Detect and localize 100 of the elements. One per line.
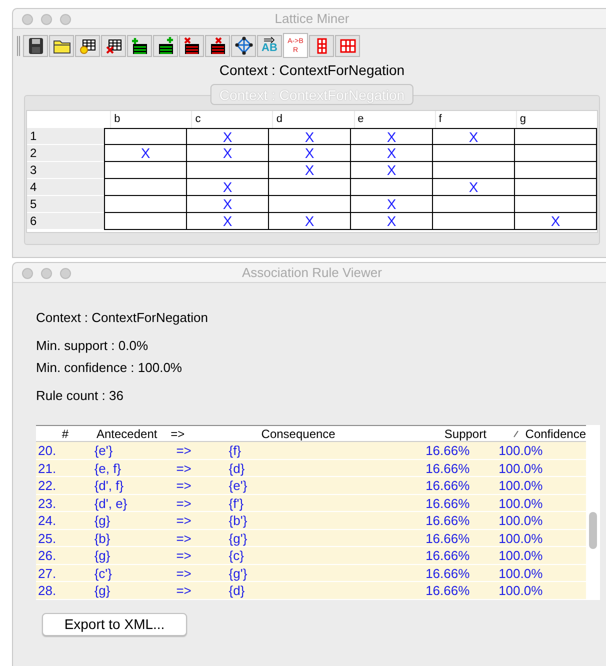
table-cell-text: 100.0% [498,547,544,564]
table-cell-text: 100.0% [498,494,544,511]
context-label: Context : ContextForNegation [218,62,406,79]
column-header[interactable]: Support [444,426,486,442]
table-cell-text: 16.66% [424,477,471,494]
column-header: e [354,111,435,128]
table-cell[interactable]: X [351,129,433,144]
table-cell-text: => [175,494,192,511]
table-cell[interactable]: X [351,196,433,212]
column-header: c [191,111,272,128]
table-cell-text: => [175,530,192,546]
min-support-label: Min. support : 0.0% [36,337,149,352]
table-cell-text: => [175,460,192,476]
table-cell-text: 16.66% [424,564,471,581]
column-header: b [110,111,192,128]
row-header: 5 [27,196,104,213]
toolbar-button[interactable] [179,34,204,56]
table-cell[interactable]: X [187,213,269,229]
toolbar-button[interactable] [49,34,74,56]
toolbar-button[interactable] [205,34,230,56]
column-header[interactable]: => [170,426,185,442]
table-cell-text: 100.0% [498,582,544,598]
window-title: Association Rule Viewer [242,264,382,282]
table-cell-text: {g} [94,547,112,564]
table-cell-text: 100.0% [498,530,544,546]
column-header[interactable]: Consequence [261,426,336,442]
toolbar-button[interactable] [153,34,178,56]
toolbar-button[interactable] [231,34,256,56]
arrow-icon [263,37,276,43]
table-cell[interactable]: X [351,213,433,229]
table-cell[interactable]: X [433,129,515,144]
rule-count-label: Rule count : 36 [36,387,124,402]
toolbar-button[interactable] [101,34,126,56]
row-header: 3 [27,162,104,179]
table-remove-icon [182,36,202,56]
window-title: Lattice Miner [274,10,350,28]
table-cell-text: 16.66% [424,530,471,546]
table-cell-text: => [175,547,192,564]
table-cell[interactable]: X [187,179,269,195]
window-control-button[interactable] [41,268,52,279]
toolbar-button[interactable] [75,34,100,56]
table-cell-text: 28. [37,582,58,598]
table-cell-text: 25. [37,530,58,546]
window-control-button[interactable] [22,268,33,279]
column-header[interactable]: # [62,426,69,442]
table-cell-text: {g'} [228,564,248,581]
table-cell-text: {d', f} [94,477,125,494]
table-cell-text: {f} [228,442,242,458]
toolbar-button[interactable] [127,34,152,56]
table-cell[interactable]: X [351,162,433,178]
column-header[interactable]: Antecedent [96,426,158,442]
table-cell-text: {d} [228,582,246,598]
export-button[interactable]: Export to XML... [42,613,187,636]
scrollbar[interactable] [586,425,600,600]
table-cell[interactable]: X [433,179,515,195]
table-cell-text: 100.0% [498,512,544,528]
table-cell[interactable]: X [269,129,351,144]
table-cell-text: 23. [37,494,58,511]
table-cell-text: => [175,512,192,528]
table-cell-text: 100.0% [498,460,544,476]
table-cell-text: {e'} [228,477,248,494]
table-cell-text: 100.0% [498,477,544,494]
window-control-button[interactable] [22,14,33,25]
table-cell-text: {d} [228,460,246,476]
table-cell[interactable]: X [105,145,187,161]
table-cell-text: 24. [37,512,58,528]
table-cell[interactable]: X [187,196,269,212]
table-cell-text: {c} [228,547,245,564]
toolbar-button[interactable] [23,34,48,56]
column-header: f [434,111,516,128]
table-cell-text: {b} [94,530,112,546]
table-cell[interactable]: X [515,213,597,229]
table-cell-text: 16.66% [424,547,471,564]
table-cell-text: 16.66% [424,582,471,598]
table-cell[interactable]: X [269,145,351,161]
table-cell[interactable]: X [269,213,351,229]
row-header: 1 [27,128,104,145]
table-cell[interactable]: X [269,162,351,178]
table-cell-text: {e'} [94,442,114,458]
table-cell[interactable]: X [351,145,433,161]
context-label: Context : ContextForNegation [36,309,209,324]
toolbar-grip[interactable] [17,36,20,56]
window-control-button[interactable] [41,14,52,25]
scrollbar-thumb[interactable] [589,512,597,549]
row-header: 6 [27,213,104,230]
column-header: d [272,111,354,128]
column-header[interactable]: Confidence [525,426,586,442]
table-cell-text: 20. [37,442,58,458]
table-cell-text: {b'} [228,512,248,528]
row-header: 2 [27,145,104,162]
table-cell-text: => [175,564,192,581]
table-cell-text: => [175,477,192,494]
table-cell-text: {f'} [228,494,245,511]
table-cell-text: 16.66% [424,442,471,458]
table-cell[interactable]: X [187,145,269,161]
window-control-button[interactable] [60,268,71,279]
icon-letters: AB [262,43,278,54]
table-cell-text: 16.66% [424,460,471,476]
window-control-button[interactable] [60,14,71,25]
table-cell[interactable]: X [187,129,269,144]
